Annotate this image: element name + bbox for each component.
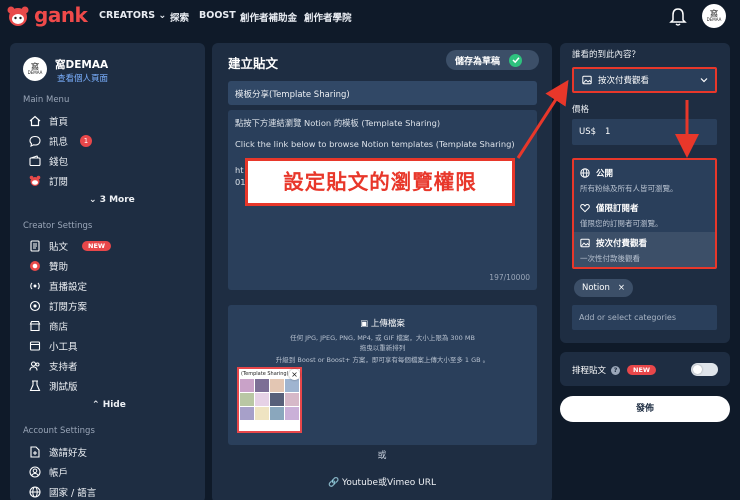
sidebar-item-widgets[interactable]: 小工具 (29, 338, 78, 354)
sidebar: 窩 DEMAA 窩DEMAA 查看個人頁面 Main Menu 首頁 訊息 1 … (10, 43, 205, 500)
hide-toggle[interactable]: ⌃ Hide (92, 400, 126, 410)
red-panda-logo-icon[interactable] (6, 5, 30, 27)
annotation-callout: 設定貼文的瀏覽權限 (245, 158, 515, 206)
image-icon (580, 238, 590, 248)
nav-creator-academy[interactable]: 創作者學院 (304, 10, 352, 24)
account-settings-label: Account Settings (23, 426, 95, 436)
schedule-toggle[interactable] (691, 363, 718, 376)
close-icon[interactable]: × (618, 283, 625, 293)
char-counter: 197/10000 (489, 273, 530, 283)
sidebar-item-supporters[interactable]: 支持者 (29, 358, 78, 374)
globe-icon (29, 486, 41, 498)
stream-icon (30, 282, 40, 290)
sidebar-item-subscriptions[interactable]: 訂閱 (29, 173, 68, 189)
bell-icon[interactable] (668, 6, 688, 28)
sidebar-item-wallet[interactable]: 錢包 (29, 153, 68, 169)
help-icon[interactable]: ? (611, 365, 621, 375)
top-bar: gank CREATORS ⌄ 探索 BOOST 創作者補助金 創作者學院 窩 … (0, 0, 740, 34)
visibility-dropdown: 公開 所有粉絲及所有人皆可瀏覽。 僅限訂閱者 僅限您的訂閱者可瀏覽。 按次付費觀… (572, 158, 717, 269)
brand-name[interactable]: gank (34, 3, 88, 27)
remove-file-icon[interactable]: × (289, 369, 300, 380)
visibility-label: 誰看的到此內容？ (572, 50, 641, 60)
nav-boost[interactable]: BOOST (199, 10, 236, 21)
view-profile-link[interactable]: 查看個人頁面 (57, 72, 108, 84)
show-more-toggle[interactable]: ⌄ 3 More (89, 195, 135, 205)
wallet-icon (29, 155, 41, 167)
post-icon (30, 240, 40, 252)
option-pay-per-view[interactable]: 按次付費觀看 一次性付款後觀看 (574, 232, 715, 267)
sidebar-item-donate[interactable]: 贊助 (29, 258, 68, 274)
thumbnail-grid (239, 378, 300, 421)
sidebar-item-home[interactable]: 首頁 (29, 113, 68, 129)
sidebar-item-plans[interactable]: 訂閱方案 (29, 298, 87, 314)
upload-reorder-hint: 拖曳以重新排列 (359, 344, 406, 352)
price-label: 價格 (572, 105, 590, 115)
sidebar-item-country-language[interactable]: 國家 / 語言 (29, 484, 96, 500)
sidebar-item-stream-settings[interactable]: 直播設定 (29, 278, 87, 294)
image-icon (582, 75, 592, 85)
donate-icon (30, 261, 40, 271)
create-post-panel: 建立貼文 儲存為草稿 模板分享(Template Sharing) 點按下方連結… (212, 43, 552, 500)
or-divider: 或 (377, 451, 387, 461)
unread-badge: 1 (80, 135, 93, 147)
save-draft-button[interactable]: 儲存為草稿 (446, 50, 539, 70)
chevron-down-icon: ⌄ (89, 195, 97, 205)
post-title-input[interactable]: 模板分享(Template Sharing) (228, 81, 537, 105)
upload-upgrade-hint: 升級到 Boost or Boost+ 方案，即可享有每個檔案上傳大小至多 1 … (275, 356, 490, 364)
visibility-select[interactable]: 按次付費觀看 (572, 67, 717, 93)
nav-creator-fund[interactable]: 創作者補助金 (240, 10, 297, 24)
sidebar-item-messages[interactable]: 訊息 1 (29, 133, 93, 149)
beta-icon (29, 380, 41, 392)
home-icon (29, 115, 41, 127)
nav-creators[interactable]: CREATORS ⌄ (99, 10, 166, 21)
schedule-label: 排程貼文 (572, 366, 607, 376)
main-menu-label: Main Menu (23, 95, 70, 105)
price-input[interactable]: US$ 1 (572, 119, 717, 145)
upload-title: ▣ 上傳檔案 (360, 319, 405, 329)
currency-label: US$ (579, 127, 597, 137)
category-input[interactable]: Add or select categories (572, 305, 717, 330)
globe-icon (580, 168, 590, 178)
upload-dropzone[interactable]: ▣ 上傳檔案 任何 JPG, JPEG, PNG, MP4, 或 GIF 檔案，… (228, 305, 537, 445)
invite-icon (30, 446, 40, 458)
profile-avatar[interactable]: 窩 DEMAA (23, 57, 47, 81)
plan-icon (29, 300, 41, 312)
heart-icon (580, 203, 590, 213)
option-public[interactable]: 公開 所有粉絲及所有人皆可瀏覽。 (574, 162, 715, 197)
chat-icon (29, 135, 41, 147)
check-icon (509, 53, 523, 67)
upload-formats: 任何 JPG, JPEG, PNG, MP4, 或 GIF 檔案，大小上限為 3… (290, 334, 475, 342)
sidebar-item-beta[interactable]: 測試版 (29, 378, 78, 394)
schedule-panel: 排程貼文 ? NEW (560, 352, 730, 386)
sidebar-item-shop[interactable]: 商店 (29, 318, 68, 334)
chevron-down-icon (700, 78, 708, 83)
image-icon: ▣ (360, 319, 369, 329)
shop-icon (29, 320, 41, 332)
option-subscribers-only[interactable]: 僅限訂閱者 僅限您的訂閱者可瀏覽。 (574, 197, 715, 232)
price-value: 1 (605, 127, 611, 137)
chevron-down-icon: ⌄ (158, 10, 167, 21)
link-icon: 🔗 (327, 478, 340, 488)
chevron-up-icon: ⌃ (92, 400, 100, 410)
sidebar-item-account[interactable]: 帳戶 (29, 464, 68, 480)
publish-button[interactable]: 發佈 (560, 396, 730, 422)
video-url-link[interactable]: 🔗 Youtube或Vimeo URL (212, 475, 552, 488)
widget-icon (29, 341, 41, 351)
new-badge: NEW (82, 241, 112, 251)
sidebar-item-invite[interactable]: 邀請好友 (29, 444, 87, 460)
supporters-icon (29, 361, 40, 371)
profile-name: 窩DEMAA (55, 59, 109, 71)
page-title: 建立貼文 (228, 56, 279, 71)
subscription-icon (29, 175, 41, 186)
creator-settings-label: Creator Settings (23, 221, 93, 231)
nav-explore[interactable]: 探索 (170, 10, 189, 24)
new-badge: NEW (627, 365, 657, 375)
category-tag[interactable]: Notion × (574, 279, 633, 297)
sidebar-item-posts[interactable]: 貼文 NEW (29, 238, 112, 254)
account-icon (29, 466, 41, 478)
user-avatar[interactable]: 窩 DEMAA (702, 4, 726, 28)
